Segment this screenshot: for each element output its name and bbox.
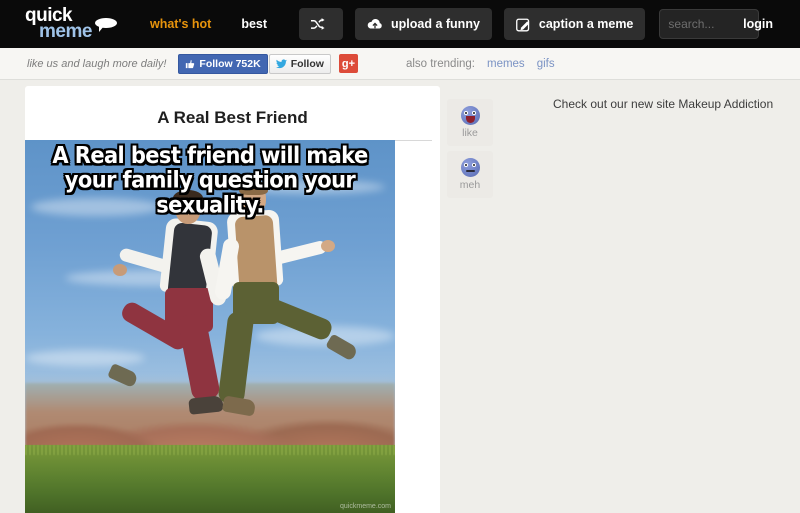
logo-text-meme: meme	[39, 22, 92, 41]
mouth-open	[466, 116, 475, 123]
twitter-follow-label: Follow	[291, 58, 324, 70]
trending-label: also trending:	[406, 58, 475, 70]
eye-right	[472, 111, 476, 115]
happy-face-icon	[461, 106, 480, 125]
like-button[interactable]: like	[447, 99, 493, 146]
upload-a-funny-button[interactable]: upload a funny	[355, 8, 492, 40]
eye-left	[464, 163, 468, 167]
jumping-man-right	[211, 184, 371, 494]
upload-button-label: upload a funny	[391, 17, 480, 31]
meh-button-label: meh	[460, 179, 480, 191]
nav-link-best[interactable]: best	[241, 17, 267, 31]
trending-link-memes[interactable]: memes	[487, 58, 525, 70]
eye-left	[464, 111, 468, 115]
meme-caption-text: A Real best friend will make your family…	[25, 144, 395, 217]
mouth-flat	[466, 170, 475, 172]
login-link[interactable]: login	[743, 17, 773, 31]
vote-button-group: like meh	[447, 99, 493, 203]
left-hand	[113, 264, 127, 276]
left-shoe	[222, 395, 256, 416]
watermark-text: quickmeme.com	[340, 503, 391, 510]
right-shoe	[325, 334, 358, 362]
facebook-follow-label: Follow 752K	[199, 58, 260, 70]
eye-right	[472, 163, 476, 167]
speech-bubble-icon	[95, 18, 117, 28]
twitter-bird-icon	[276, 59, 287, 69]
meh-face-icon	[461, 158, 480, 177]
caption-button-label: caption a meme	[539, 17, 633, 31]
caption-a-meme-button[interactable]: caption a meme	[504, 8, 645, 40]
shuffle-icon	[310, 18, 325, 31]
trending-link-gifs[interactable]: gifs	[537, 58, 555, 70]
shuffle-button[interactable]	[299, 8, 343, 40]
right-hand	[321, 240, 335, 252]
like-button-label: like	[462, 127, 478, 139]
sidebar-promo-text[interactable]: Check out our new site Makeup Addiction	[553, 97, 773, 111]
nav-link-whats-hot[interactable]: what's hot	[150, 17, 211, 31]
meh-button[interactable]: meh	[447, 151, 493, 198]
social-trending-bar: like us and laugh more daily! Follow 752…	[0, 48, 800, 80]
site-logo[interactable]: quick meme	[25, 4, 115, 44]
twitter-follow-button[interactable]: Follow	[269, 54, 331, 74]
top-navigation-bar: quick meme what's hot best upload a funn…	[0, 0, 800, 48]
facebook-follow-button[interactable]: Follow 752K	[178, 54, 267, 74]
meme-image[interactable]: A Real best friend will make your family…	[25, 140, 395, 513]
facebook-thumb-icon	[185, 59, 195, 69]
page-title: A Real Best Friend	[25, 86, 440, 128]
google-plus-icon[interactable]: g+	[339, 54, 358, 73]
tan-vest	[235, 215, 278, 289]
cloud-upload-icon	[367, 18, 383, 31]
left-leg	[217, 311, 254, 405]
social-tagline: like us and laugh more daily!	[27, 58, 166, 70]
pencil-square-icon	[516, 17, 531, 32]
